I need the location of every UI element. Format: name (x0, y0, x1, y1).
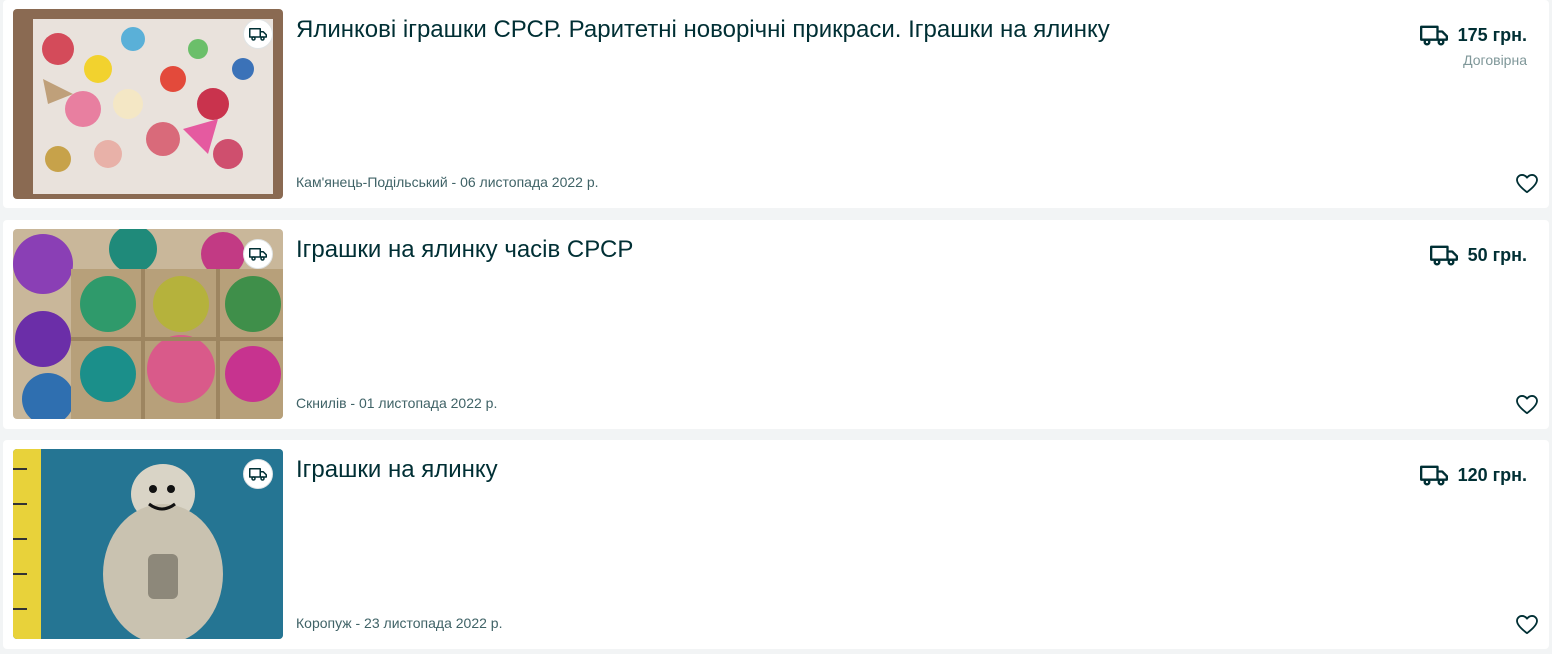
price-block: 120 грн. (1419, 464, 1527, 486)
truck-icon (249, 28, 267, 41)
listing-card[interactable]: Ялинкові іграшки СРСР. Раритетні новоріч… (3, 0, 1549, 208)
heart-icon (1516, 174, 1538, 194)
truck-icon (249, 468, 267, 481)
favorite-button[interactable] (1515, 172, 1539, 196)
negotiable-label: Договірна (1463, 52, 1527, 68)
listing-price: 50 грн. (1467, 244, 1527, 265)
truck-icon (1419, 465, 1448, 486)
listing-image[interactable] (13, 9, 283, 199)
price-block: 175 грн. Договірна (1419, 24, 1527, 68)
listing-title[interactable]: Ялинкові іграшки СРСР. Раритетні новоріч… (296, 14, 1276, 46)
listing-image[interactable] (13, 229, 283, 419)
delivery-badge (243, 459, 273, 489)
listing-card[interactable]: Іграшки на ялинку часів СРСР 50 грн. Скн… (3, 220, 1549, 429)
delivery-badge (243, 19, 273, 49)
truck-icon (1419, 25, 1448, 46)
favorite-button[interactable] (1515, 393, 1539, 417)
listing-card[interactable]: Іграшки на ялинку 120 грн. Коропуж - 23 … (3, 440, 1549, 649)
heart-icon (1516, 395, 1538, 415)
truck-icon (249, 248, 267, 261)
listing-price: 175 грн. (1457, 24, 1527, 45)
listing-location-date: Скнилів - 01 листопада 2022 р. (296, 395, 498, 411)
price-block: 50 грн. (1429, 244, 1527, 266)
listing-location-date: Кам'янець-Подільський - 06 листопада 202… (296, 174, 599, 190)
delivery-badge (243, 239, 273, 269)
favorite-button[interactable] (1515, 613, 1539, 637)
listing-list: Ялинкові іграшки СРСР. Раритетні новоріч… (0, 0, 1552, 654)
listing-price: 120 грн. (1457, 464, 1527, 485)
listing-location-date: Коропуж - 23 листопада 2022 р. (296, 615, 503, 631)
listing-title[interactable]: Іграшки на ялинку (296, 454, 1276, 486)
heart-icon (1516, 615, 1538, 635)
listing-title[interactable]: Іграшки на ялинку часів СРСР (296, 234, 1276, 266)
listing-image[interactable] (13, 449, 283, 639)
truck-icon (1429, 245, 1458, 266)
